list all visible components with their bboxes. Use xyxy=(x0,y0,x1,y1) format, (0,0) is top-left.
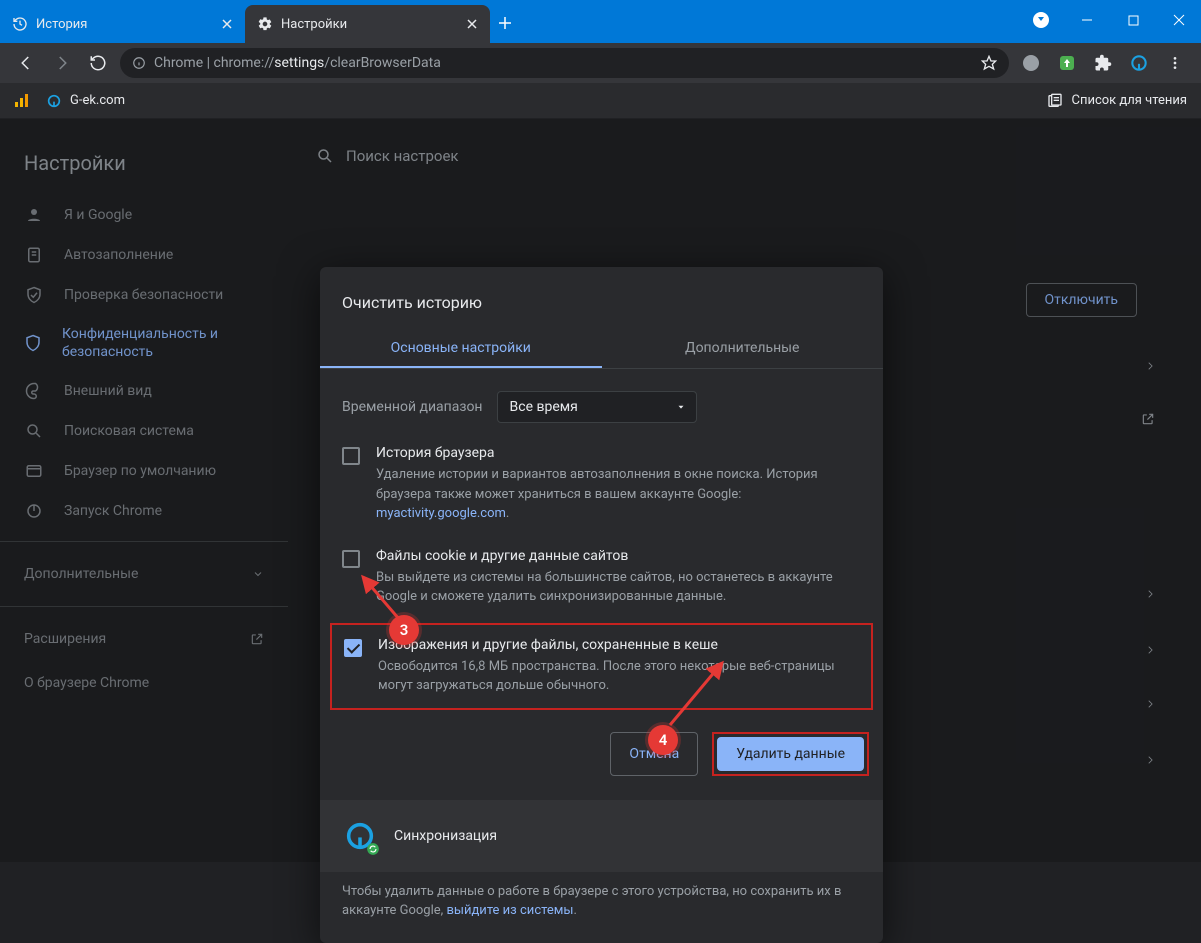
option-title: Изображения и другие файлы, сохраненные … xyxy=(378,637,859,653)
dialog-title: Очистить историю xyxy=(320,285,883,330)
reload-button[interactable] xyxy=(84,49,112,77)
time-range-select[interactable]: Все время xyxy=(497,391,697,423)
time-range-value: Все время xyxy=(510,399,578,415)
url-prefix: Chrome xyxy=(154,55,203,71)
window-controls xyxy=(1027,0,1201,40)
option-title: История браузера xyxy=(376,445,861,461)
dialog-tabs: Основные настройки Дополнительные xyxy=(320,330,883,369)
tab-advanced[interactable]: Дополнительные xyxy=(602,330,884,368)
tab-label: История xyxy=(36,17,87,32)
site-icon xyxy=(46,93,62,109)
ext-icon-4[interactable] xyxy=(1125,49,1153,77)
bookmark-star-icon[interactable] xyxy=(981,55,997,71)
dialog-buttons: Отмена Удалить данные xyxy=(320,714,883,782)
maximize-button[interactable] xyxy=(1119,6,1147,34)
history-icon xyxy=(12,16,28,32)
bookmark-gek[interactable]: G-ek.com xyxy=(46,93,125,109)
reading-list-label: Список для чтения xyxy=(1071,93,1187,108)
settings-shell: Настройки Я и Google Автозаполнение Пров… xyxy=(0,119,1201,862)
extensions-puzzle-icon[interactable] xyxy=(1089,49,1117,77)
annotation-arrow-4 xyxy=(666,655,736,731)
option-body: Удаление истории и вариантов автозаполне… xyxy=(376,465,861,524)
myactivity-link[interactable]: myactivity.google.com xyxy=(376,506,506,521)
checkbox-checked[interactable] xyxy=(344,639,362,657)
tab-basic[interactable]: Основные настройки xyxy=(320,330,602,368)
checkbox[interactable] xyxy=(342,447,360,465)
signout-link[interactable]: выйдите из системы xyxy=(446,903,573,918)
back-button[interactable] xyxy=(12,49,40,77)
sync-section: Синхронизация xyxy=(320,800,883,872)
gear-icon xyxy=(257,16,273,32)
window-titlebar: История Настройки xyxy=(0,0,1201,43)
bookmarks-bar: G-ek.com Список для чтения xyxy=(0,83,1201,119)
url-host: settings xyxy=(274,55,324,71)
sync-description: Чтобы удалить данные о работе в браузере… xyxy=(320,872,883,921)
ext-icon-1[interactable] xyxy=(1017,49,1045,77)
sync-title: Синхронизация xyxy=(394,828,497,844)
annotation-badge-4: 4 xyxy=(648,725,678,755)
new-tab-button[interactable] xyxy=(490,8,520,38)
url-scheme: chrome:// xyxy=(214,55,275,71)
url-bar: Chrome | chrome:// settings /clearBrowse… xyxy=(0,43,1201,83)
option-body: Вы выйдете из системы на большинстве сай… xyxy=(376,568,861,607)
clear-data-button[interactable]: Удалить данные xyxy=(717,737,864,771)
chevron-down-icon xyxy=(676,402,686,412)
url-sep: | xyxy=(203,55,213,71)
close-icon[interactable] xyxy=(464,16,480,32)
reading-list-button[interactable]: Список для чтения xyxy=(1047,93,1187,109)
bookmark-analytics[interactable] xyxy=(14,93,30,109)
annotation-badge-3: 3 xyxy=(389,615,419,645)
minimize-button[interactable] xyxy=(1073,6,1101,34)
site-info-icon[interactable] xyxy=(132,56,146,70)
analytics-icon xyxy=(14,93,30,109)
option-history[interactable]: История браузера Удаление истории и вари… xyxy=(320,433,883,536)
address-bar[interactable]: Chrome | chrome:// settings /clearBrowse… xyxy=(120,48,1009,78)
reading-list-icon xyxy=(1047,93,1063,109)
time-range-label: Временной диапазон xyxy=(342,399,483,415)
option-body: Освободится 16,8 МБ пространства. После … xyxy=(378,657,859,696)
menu-icon[interactable] xyxy=(1161,49,1189,77)
close-window-button[interactable] xyxy=(1165,6,1193,34)
sync-icon xyxy=(342,818,378,854)
tab-settings[interactable]: Настройки xyxy=(245,5,490,43)
url-path: /clearBrowserData xyxy=(324,55,441,71)
tab-label: Настройки xyxy=(281,17,347,32)
tab-history[interactable]: История xyxy=(0,5,245,43)
time-range-row: Временной диапазон Все время xyxy=(320,369,883,433)
option-title: Файлы cookie и другие данные сайтов xyxy=(376,548,861,564)
checkbox[interactable] xyxy=(342,550,360,568)
close-icon[interactable] xyxy=(219,16,235,32)
bookmark-label: G-ek.com xyxy=(70,93,125,108)
notifications-icon[interactable] xyxy=(1027,6,1055,34)
forward-button[interactable] xyxy=(48,49,76,77)
ext-icon-2[interactable] xyxy=(1053,49,1081,77)
